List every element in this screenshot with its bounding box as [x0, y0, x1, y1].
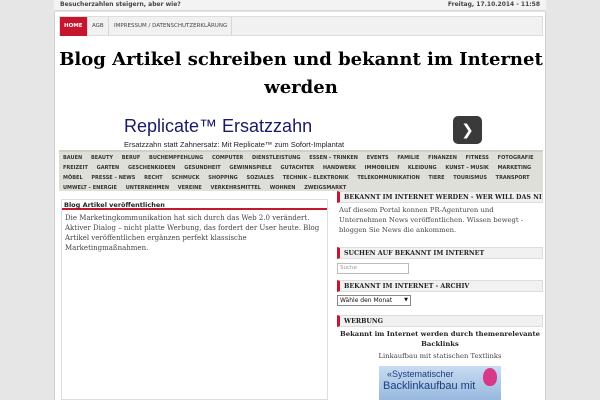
ad-block[interactable]: Replicate™ Ersatzzahn Ersatzzahn statt Z…	[122, 116, 486, 150]
category-item[interactable]: TELEKOMMUNIKATION	[357, 175, 419, 181]
category-item[interactable]: GESUNDHEIT	[184, 165, 220, 171]
widget-text: Auf diesem Portal konnen PR-Agenturen un…	[339, 206, 524, 234]
category-item[interactable]: BUCHEMPFEHLUNG	[149, 155, 203, 161]
category-item[interactable]: FOTOGRAFIE	[498, 155, 534, 161]
widget-title: BEKANNT IM INTERNET - ARCHIV	[337, 280, 543, 292]
date-display: Freitag, 17.10.2014 - 11:58	[447, 1, 540, 8]
category-item[interactable]: GARTEN	[97, 165, 120, 171]
category-item[interactable]: BERUF	[122, 155, 141, 161]
widget-title: WERBUNG	[337, 315, 543, 327]
page-wrapper: HOME AGB IMPRESSUM / DATENSCHUTZERKLÄRUN…	[54, 12, 546, 400]
category-item[interactable]: PRESSE – NEWS	[91, 175, 135, 181]
category-item[interactable]: IMMOBILIEN	[365, 165, 399, 171]
nav-home[interactable]: HOME	[60, 17, 88, 36]
category-item[interactable]: FINANZEN	[428, 155, 457, 161]
category-item[interactable]: DIENSTLEISTUNG	[252, 155, 300, 161]
category-item[interactable]: UNTERNEHMEN	[126, 185, 169, 191]
article-body: Die Marketingkommunikation hat sich durc…	[65, 214, 320, 252]
category-row-4: UMWELT – ENERGIE UNTERNEHMEN VEREINE VER…	[63, 183, 353, 194]
archive-select-value: Wähle den Monat	[340, 297, 393, 304]
ads-headline: Bekannt im Internet werden durch themenr…	[340, 330, 540, 348]
category-item[interactable]: MARKETING	[498, 165, 532, 171]
category-item[interactable]: TRANSPORT	[496, 175, 530, 181]
top-bar: Besucherzahlen steigern, aber wie? Freit…	[54, 0, 546, 11]
balloon-icon	[483, 368, 497, 386]
category-item[interactable]: RECHT	[144, 175, 163, 181]
ad-text: Ersatzzahn statt Zahnersatz: Mit Replica…	[124, 140, 345, 149]
category-item[interactable]: WOHNEN	[270, 185, 296, 191]
banner-line-2: Backlinkaufbau mit	[383, 380, 476, 392]
category-item[interactable]: BEAUTY	[91, 155, 113, 161]
category-item[interactable]: SHOPPING	[208, 175, 238, 181]
widget-intro: BEKANNT IM INTERNET WERDEN - WER WILL DA…	[337, 191, 543, 237]
category-item[interactable]: MÖBEL	[63, 175, 83, 181]
category-item[interactable]: ESSEN – TRINKEN	[309, 155, 358, 161]
chevron-down-icon: ▼	[404, 297, 408, 303]
category-item[interactable]: VEREINE	[178, 185, 202, 191]
search-input[interactable]: Suche	[337, 263, 409, 274]
category-item[interactable]: FAMILIE	[397, 155, 419, 161]
category-item[interactable]: UMWELT – ENERGIE	[63, 185, 117, 191]
category-item[interactable]: GUTACHTER	[281, 165, 315, 171]
category-item[interactable]: HANDWERK	[323, 165, 356, 171]
nav-impressum[interactable]: IMPRESSUM / DATENSCHUTZERKLÄRUNG	[110, 17, 233, 36]
category-item[interactable]: GESCHENKIDEEN	[128, 165, 175, 171]
main-nav: HOME AGB IMPRESSUM / DATENSCHUTZERKLÄRUN…	[59, 16, 543, 36]
tagline: Besucherzahlen steigern, aber wie?	[60, 1, 181, 8]
category-item[interactable]: VERKEHRSMITTEL	[211, 185, 261, 191]
category-item[interactable]: GEWINNSPIELE	[229, 165, 271, 171]
category-nav: BAUEN BEAUTY BERUF BUCHEMPFEHLUNG COMPUT…	[59, 150, 543, 191]
category-item[interactable]: KUNST – MUSIK	[445, 165, 488, 171]
category-item[interactable]: KLEIDUNG	[408, 165, 437, 171]
ads-subline: Linkaufbau mit statischen Textlinks	[378, 352, 502, 360]
widget-title: SUCHEN AUF BEKANNT IM INTERNET	[337, 247, 543, 259]
category-item[interactable]: EVENTS	[367, 155, 389, 161]
site-title[interactable]: Blog Artikel schreiben und bekannt im In…	[59, 46, 543, 102]
widget-title: BEKANNT IM INTERNET WERDEN - WER WILL DA…	[337, 191, 543, 203]
main-content: Blog Artikel veröffentlichen Die Marketi…	[61, 199, 328, 400]
category-item[interactable]: COMPUTER	[212, 155, 243, 161]
category-item[interactable]: FITNESS	[466, 155, 489, 161]
category-item[interactable]: BAUEN	[63, 155, 82, 161]
category-item[interactable]: SCHMUCK	[171, 175, 199, 181]
widget-archive: BEKANNT IM INTERNET - ARCHIV Wähle den M…	[337, 280, 543, 306]
backlink-banner[interactable]: «Systematischer Backlinkaufbau mit	[379, 366, 501, 400]
ad-title[interactable]: Replicate™ Ersatzzahn	[124, 116, 312, 137]
article-heading[interactable]: Blog Artikel veröffentlichen	[62, 200, 327, 210]
nav-agb[interactable]: AGB	[88, 17, 109, 36]
category-item[interactable]: TIERE	[429, 175, 445, 181]
category-item[interactable]: SOZIALES	[247, 175, 274, 181]
widget-ads: WERBUNG Bekannt im Internet werden durch…	[337, 315, 543, 400]
category-item[interactable]: TECHNIK – ELEKTRONIK	[283, 175, 349, 181]
banner-line-1: «Systematischer	[387, 369, 454, 379]
category-item[interactable]: TOURISMUS	[453, 175, 487, 181]
archive-select[interactable]: Wähle den Monat ▼	[337, 295, 411, 306]
category-item[interactable]: FREIZEIT	[63, 165, 88, 171]
chevron-right-icon[interactable]: ❯	[453, 116, 482, 144]
widget-search: SUCHEN AUF BEKANNT IM INTERNET Suche	[337, 247, 543, 274]
